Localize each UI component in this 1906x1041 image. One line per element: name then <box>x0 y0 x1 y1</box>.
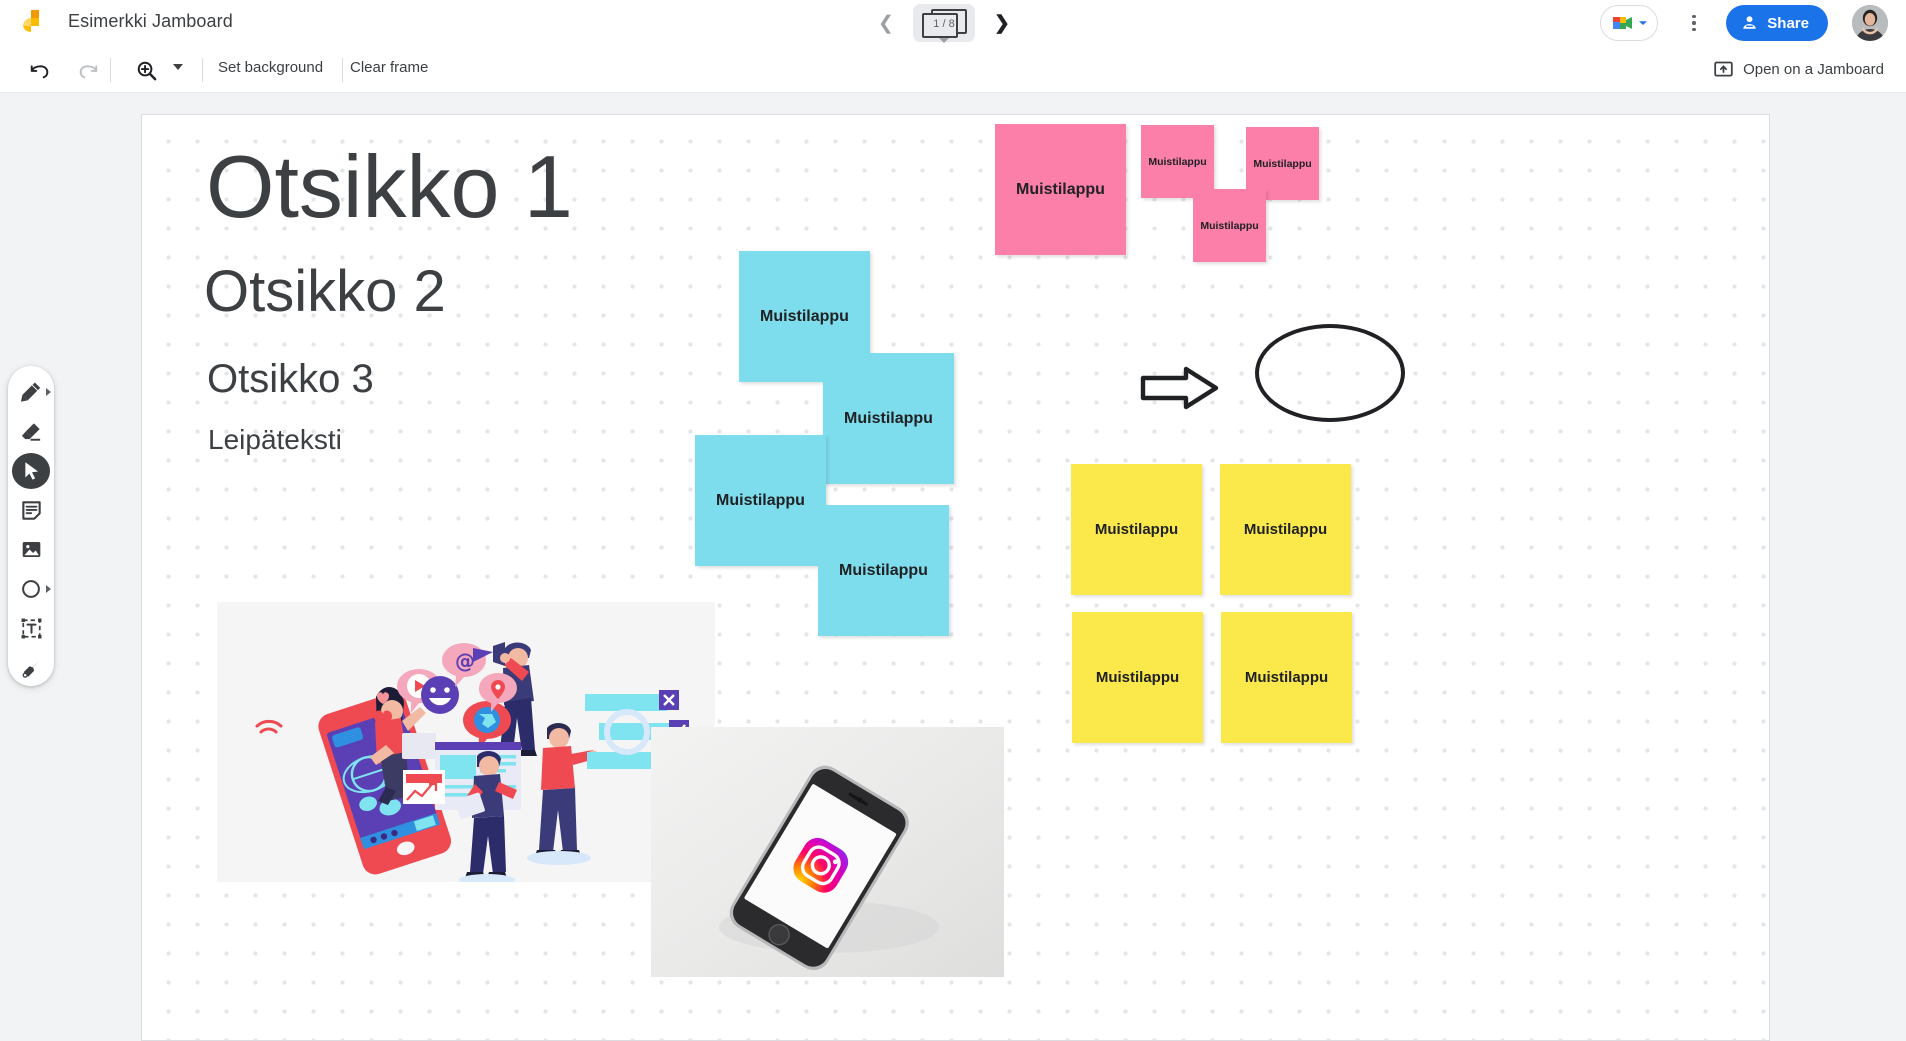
toolbar-divider <box>202 58 203 82</box>
pen-icon <box>20 382 40 402</box>
sticky-note[interactable]: Muistilappu <box>818 505 949 636</box>
sticky-note-label: Muistilappu <box>1243 521 1328 538</box>
sticky-note[interactable]: Muistilappu <box>1220 464 1351 595</box>
chevron-down-icon[interactable] <box>173 64 183 70</box>
image-tool[interactable] <box>12 532 50 568</box>
canvas-heading-3[interactable]: Otsikko 3 <box>207 359 374 399</box>
jamboard-logo-icon <box>18 6 52 40</box>
cursor-arrow-icon <box>24 462 38 480</box>
circle-shape-icon <box>22 580 40 599</box>
select-tool[interactable] <box>12 453 50 489</box>
pen-tool[interactable] <box>12 374 51 410</box>
chevron-right-icon <box>46 585 51 594</box>
more-options-menu-button[interactable] <box>1682 11 1706 35</box>
user-avatar[interactable] <box>1852 5 1888 41</box>
undo-icon <box>30 65 49 79</box>
sticky-note-label: Muistilappu <box>1095 669 1180 686</box>
sticky-note-tool[interactable] <box>12 493 50 529</box>
redo-button[interactable] <box>74 56 102 84</box>
eraser-icon <box>21 423 40 441</box>
image-icon <box>22 542 40 558</box>
sticky-note[interactable]: Muistilappu <box>823 353 954 484</box>
sticky-note-label: Muistilappu <box>1094 521 1179 538</box>
text-box-tool[interactable] <box>12 611 50 647</box>
sticky-note-label: Muistilappu <box>839 561 928 579</box>
sticky-note-label: Muistilappu <box>1244 669 1329 686</box>
sticky-note[interactable]: Muistilappu <box>695 435 826 566</box>
share-button[interactable]: Share <box>1726 5 1828 41</box>
instagram-phone-photo[interactable] <box>651 727 1004 977</box>
canvas-heading-2[interactable]: Otsikko 2 <box>204 263 446 321</box>
ellipse-shape[interactable] <box>1255 324 1405 422</box>
eraser-tool[interactable] <box>12 414 50 450</box>
shape-tool[interactable] <box>12 572 51 608</box>
sub-toolbar: Set background Clear frame Open on a Jam… <box>0 46 1906 93</box>
chevron-right-icon <box>46 387 51 396</box>
sticky-note-label: Muistilappu <box>1253 157 1312 170</box>
frame-navigation: ❮ 1 / 8 ❯ <box>873 0 1015 46</box>
toolbar-divider <box>110 58 111 82</box>
svg-text:@: @ <box>455 649 475 673</box>
frame-counter-label: 1 / 8 <box>933 18 955 30</box>
clear-frame-button[interactable]: Clear frame <box>350 59 428 76</box>
canvas-body-text[interactable]: Leipäteksti <box>208 426 342 454</box>
open-on-a-jamboard-button[interactable]: Open on a Jamboard <box>1713 59 1884 80</box>
chevron-down-icon <box>1638 21 1647 25</box>
canvas-heading-1[interactable]: Otsikko 1 <box>206 143 573 231</box>
sticky-note[interactable]: Muistilappu <box>995 124 1126 255</box>
toolbar-divider <box>342 58 343 82</box>
jam-canvas[interactable]: Otsikko 1 Otsikko 2 Otsikko 3 Leipätekst… <box>141 114 1770 1041</box>
sticky-note-label: Muistilappu <box>844 409 933 427</box>
google-meet-button[interactable] <box>1600 5 1658 41</box>
sticky-note[interactable]: Muistilappu <box>1221 612 1352 743</box>
google-meet-icon <box>1612 17 1632 29</box>
sticky-note-label: Muistilappu <box>1148 155 1207 168</box>
sticky-note-label: Muistilappu <box>760 307 849 325</box>
laser-pointer-tool[interactable] <box>12 651 50 687</box>
chevron-right-icon[interactable]: ❯ <box>989 10 1015 36</box>
undo-button[interactable] <box>26 56 54 84</box>
laser-pointer-icon <box>22 660 40 678</box>
tool-rail <box>8 366 54 686</box>
sticky-note[interactable]: Muistilappu <box>1072 612 1203 743</box>
redo-icon <box>79 65 98 79</box>
text-box-icon <box>21 618 41 639</box>
dot <box>1692 27 1696 32</box>
top-app-bar: Esimerkki Jamboard ❮ 1 / 8 ❯ Share <box>0 0 1906 46</box>
zoom-in-button[interactable] <box>132 56 160 84</box>
sticky-note[interactable]: Muistilappu <box>1193 189 1266 262</box>
share-button-label: Share <box>1767 14 1809 32</box>
present-to-screen-icon <box>1714 61 1733 77</box>
sticky-note-label: Muistilappu <box>1016 180 1105 198</box>
sticky-note[interactable]: Muistilappu <box>1141 125 1214 198</box>
social-media-illustration[interactable]: @ <box>217 602 715 882</box>
frame-counter-chip[interactable]: 1 / 8 <box>913 4 975 43</box>
sticky-note-icon <box>21 501 41 520</box>
person-add-icon <box>1743 15 1756 29</box>
set-background-button[interactable]: Set background <box>218 59 323 76</box>
sticky-note-label: Muistilappu <box>1200 219 1259 232</box>
chevron-down-icon <box>939 38 949 43</box>
dot <box>1692 14 1696 19</box>
zoom-in-icon <box>137 61 156 80</box>
open-on-a-jamboard-label: Open on a Jamboard <box>1743 61 1884 78</box>
dot <box>1692 21 1696 25</box>
document-title[interactable]: Esimerkki Jamboard <box>68 11 233 32</box>
sticky-note-label: Muistilappu <box>716 491 805 509</box>
block-arrow-right-shape[interactable] <box>1140 365 1220 416</box>
chevron-left-icon[interactable]: ❮ <box>873 10 899 36</box>
sticky-note[interactable]: Muistilappu <box>1071 464 1202 595</box>
